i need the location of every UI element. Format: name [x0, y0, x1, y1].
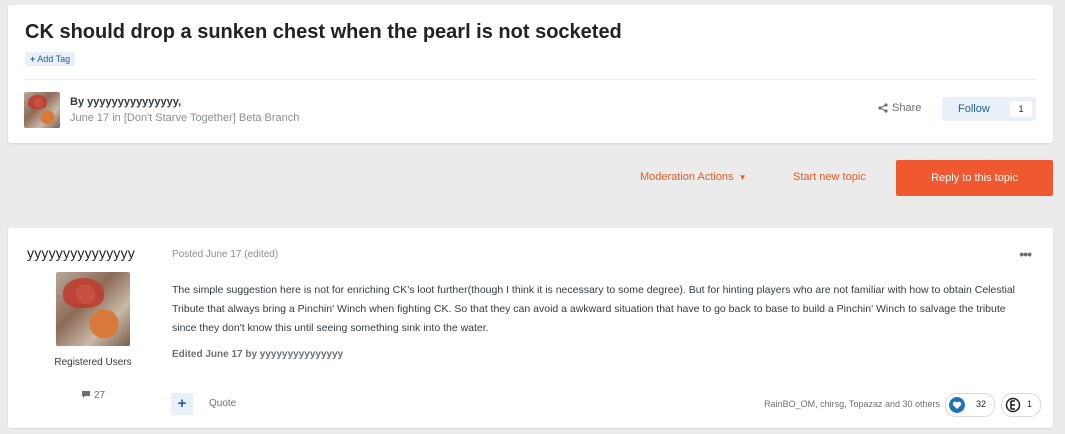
share-icon [878, 103, 888, 113]
header-divider [25, 79, 1036, 80]
multiquote-plus-button[interactable]: + [171, 393, 193, 415]
in-label: in [112, 112, 121, 124]
user-group: Registered Users [54, 357, 132, 368]
post: yyyyyyyyyyyyyyy Registered Users 27 Post… [8, 228, 1053, 428]
forum-link[interactable]: [Don't Starve Together] Beta Branch [124, 112, 300, 124]
post-author-name[interactable]: yyyyyyyyyyyyyyy [27, 245, 135, 261]
topic-header: CK should drop a sunken chest when the p… [8, 5, 1053, 143]
heart-reaction-button[interactable]: 32 [945, 393, 995, 417]
moderation-actions-label: Moderation Actions [640, 171, 734, 183]
share-label: Share [892, 102, 922, 114]
coin-reaction-count: 1 [1026, 399, 1032, 409]
start-new-topic-link[interactable]: Start new topic [793, 171, 866, 183]
add-tag-label: Add Tag [37, 54, 71, 64]
post-author-avatar[interactable] [56, 272, 130, 346]
follow-count-badge: 1 [1010, 101, 1032, 117]
coin-reaction-button[interactable]: 1 [1001, 393, 1041, 417]
coin-reaction-icon [1005, 397, 1021, 413]
reactors-list[interactable]: RainBO_OM, chirsg, Topazaz and 30 others [764, 399, 940, 409]
heart-reaction-icon [949, 397, 965, 413]
by-label: By [70, 96, 85, 108]
post-content: The simple suggestion here is not for en… [172, 284, 1016, 334]
share-button[interactable]: Share [878, 102, 921, 114]
author-byline: By yyyyyyyyyyyyyyy, [70, 96, 181, 108]
follow-button[interactable]: Follow 1 [942, 97, 1036, 121]
heart-reaction-count: 32 [975, 399, 986, 409]
comment-icon [81, 391, 90, 398]
plus-icon: + [30, 54, 36, 64]
topic-meta: June 17 in [Don't Starve Together] Beta … [70, 112, 299, 124]
posted-date: Posted June 17 (edited) [172, 249, 279, 260]
post-count-value: 27 [93, 390, 106, 401]
caret-down-icon: ▼ [738, 173, 747, 182]
post-count[interactable]: 27 [8, 390, 178, 401]
follow-label: Follow [958, 103, 990, 115]
author-name-link[interactable]: yyyyyyyyyyyyyyy, [87, 96, 181, 108]
reply-to-topic-button[interactable]: Reply to this topic [896, 160, 1053, 196]
edited-note: Edited June 17 by yyyyyyyyyyyyyyy [172, 349, 344, 360]
moderation-actions-menu[interactable]: Moderation Actions ▼ [640, 171, 747, 183]
topic-title: CK should drop a sunken chest when the p… [25, 21, 622, 43]
add-tag-button[interactable]: + Add Tag [25, 52, 76, 66]
author-avatar[interactable] [24, 92, 60, 128]
topic-date: June 17 [70, 112, 110, 124]
quote-button[interactable]: Quote [209, 398, 236, 409]
more-options-icon[interactable]: ••• [1019, 246, 1032, 262]
